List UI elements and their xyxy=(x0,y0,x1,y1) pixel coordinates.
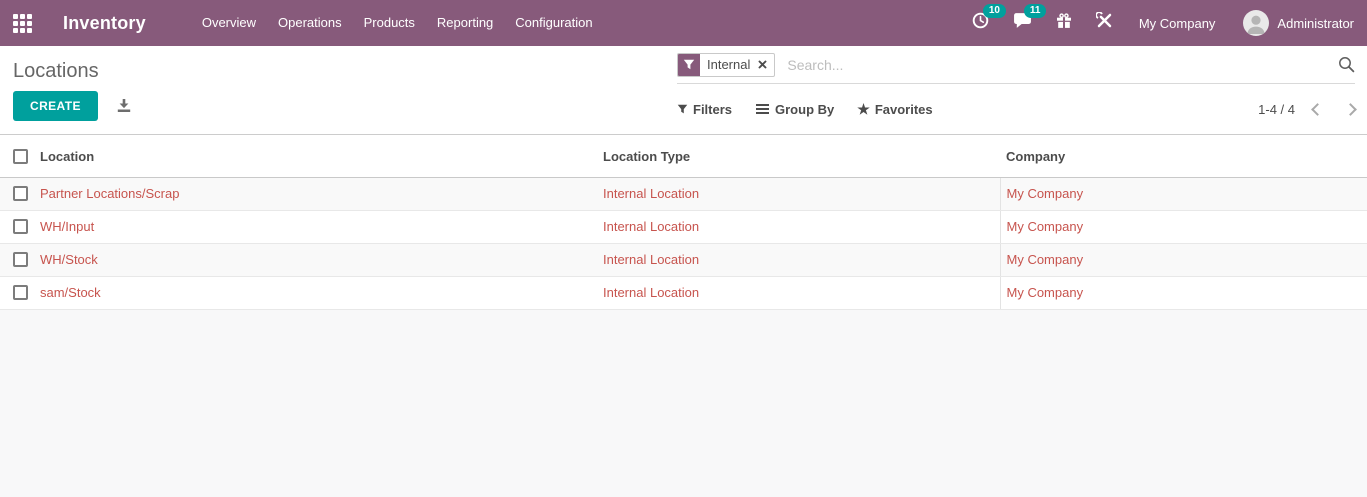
apps-grid-icon[interactable] xyxy=(13,14,32,33)
pager: 1-4 / 4 xyxy=(1258,102,1355,117)
control-panel-left: Locations CREATE xyxy=(13,46,132,121)
avatar xyxy=(1243,10,1269,36)
search-icon[interactable] xyxy=(1338,56,1355,73)
company-cell[interactable]: My Company xyxy=(1000,177,1367,210)
facet-value: Internal xyxy=(700,54,757,76)
company-cell[interactable]: My Company xyxy=(1000,210,1367,243)
activities-badge: 10 xyxy=(983,4,1006,18)
download-icon xyxy=(116,98,132,114)
search-input[interactable] xyxy=(785,56,1330,74)
company-switcher[interactable]: My Company xyxy=(1139,16,1216,31)
location-type-cell[interactable]: Internal Location xyxy=(597,243,1000,276)
facet-remove-icon[interactable] xyxy=(757,54,774,76)
column-header-location[interactable]: Location xyxy=(34,137,597,177)
locations-table-body: Partner Locations/Scrap Internal Locatio… xyxy=(0,177,1367,309)
pager-next-icon[interactable] xyxy=(1344,103,1357,116)
column-header-location-type[interactable]: Location Type xyxy=(597,137,1000,177)
search-options: Filters Group By ★ Favorites 1-4 / 4 xyxy=(677,84,1355,134)
table-row[interactable]: sam/Stock Internal Location My Company xyxy=(0,276,1367,309)
table-row[interactable]: Partner Locations/Scrap Internal Locatio… xyxy=(0,177,1367,210)
pager-previous-icon[interactable] xyxy=(1311,103,1324,116)
messages-badge: 11 xyxy=(1024,4,1047,18)
gift-icon xyxy=(1056,13,1072,34)
menu-reporting[interactable]: Reporting xyxy=(426,0,504,46)
messages-button[interactable]: 11 xyxy=(1013,12,1032,34)
search-facet: Internal xyxy=(677,53,775,77)
list-view: Location Location Type Company Partner L… xyxy=(0,135,1367,310)
location-cell[interactable]: Partner Locations/Scrap xyxy=(34,177,597,210)
tools-icon xyxy=(1096,12,1113,34)
user-menu[interactable]: Administrator xyxy=(1215,10,1354,36)
search-bar: Internal xyxy=(677,46,1355,84)
table-header-row: Location Location Type Company xyxy=(0,137,1367,177)
star-icon: ★ xyxy=(857,102,870,116)
group-by-icon xyxy=(756,108,769,110)
location-type-cell[interactable]: Internal Location xyxy=(597,177,1000,210)
menu-configuration[interactable]: Configuration xyxy=(504,0,603,46)
company-cell[interactable]: My Company xyxy=(1000,243,1367,276)
control-panel: Locations CREATE Internal xyxy=(0,46,1367,135)
favorites-button[interactable]: ★ Favorites xyxy=(857,102,932,117)
activities-button[interactable]: 10 xyxy=(972,12,989,34)
location-cell[interactable]: sam/Stock xyxy=(34,276,597,309)
top-navbar: Inventory Overview Operations Products R… xyxy=(0,0,1367,46)
location-cell[interactable]: WH/Input xyxy=(34,210,597,243)
row-checkbox-cell xyxy=(0,276,34,309)
export-button[interactable] xyxy=(116,98,132,114)
location-cell[interactable]: WH/Stock xyxy=(34,243,597,276)
group-by-button[interactable]: Group By xyxy=(755,102,834,117)
funnel-icon xyxy=(677,104,688,115)
row-checkbox[interactable] xyxy=(13,219,28,234)
location-type-cell[interactable]: Internal Location xyxy=(597,276,1000,309)
location-type-cell[interactable]: Internal Location xyxy=(597,210,1000,243)
row-checkbox-cell xyxy=(0,243,34,276)
menu-operations[interactable]: Operations xyxy=(267,0,353,46)
table-row[interactable]: WH/Input Internal Location My Company xyxy=(0,210,1367,243)
select-all-cell xyxy=(0,137,34,177)
create-button[interactable]: CREATE xyxy=(13,91,98,121)
pager-range: 1-4 / 4 xyxy=(1258,102,1295,117)
menu-products[interactable]: Products xyxy=(353,0,426,46)
main-menu: Overview Operations Products Reporting C… xyxy=(191,0,604,46)
user-name: Administrator xyxy=(1277,16,1354,31)
systray: 10 11 xyxy=(948,10,1354,36)
control-panel-right: Internal Filters xyxy=(677,46,1355,134)
filters-button[interactable]: Filters xyxy=(677,102,732,117)
page-title: Locations xyxy=(13,58,132,84)
gift-button[interactable] xyxy=(1056,13,1072,34)
company-cell[interactable]: My Company xyxy=(1000,276,1367,309)
row-checkbox[interactable] xyxy=(13,252,28,267)
row-checkbox-cell xyxy=(0,210,34,243)
column-header-company[interactable]: Company xyxy=(1000,137,1367,177)
row-checkbox[interactable] xyxy=(13,285,28,300)
select-all-checkbox[interactable] xyxy=(13,149,28,164)
tools-button[interactable] xyxy=(1096,12,1113,34)
filter-facet-icon xyxy=(678,54,700,76)
locations-table: Location Location Type Company Partner L… xyxy=(0,137,1367,310)
row-checkbox[interactable] xyxy=(13,186,28,201)
app-title[interactable]: Inventory xyxy=(63,13,146,34)
row-checkbox-cell xyxy=(0,177,34,210)
menu-overview[interactable]: Overview xyxy=(191,0,267,46)
table-row[interactable]: WH/Stock Internal Location My Company xyxy=(0,243,1367,276)
